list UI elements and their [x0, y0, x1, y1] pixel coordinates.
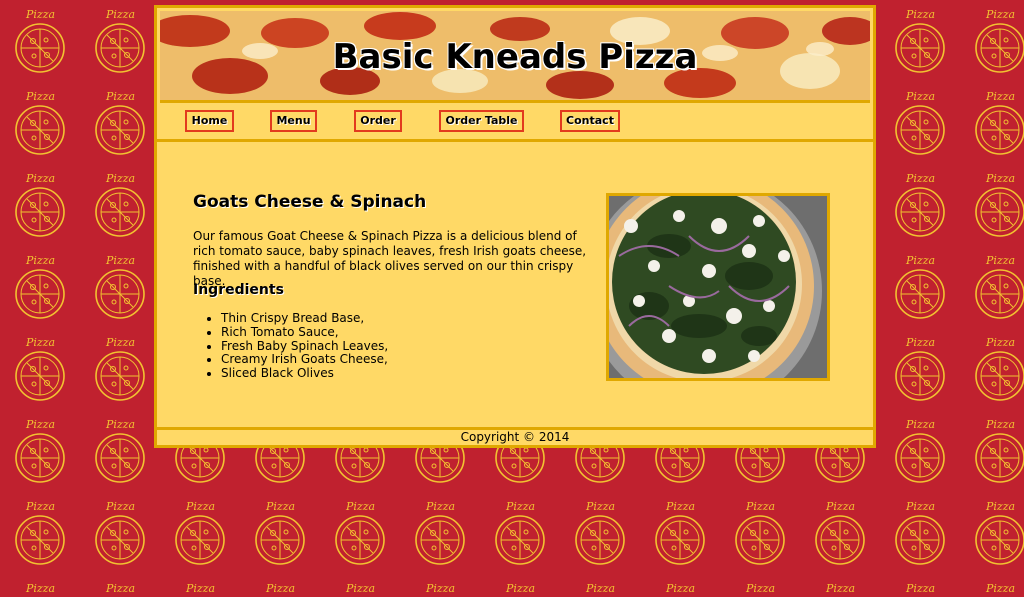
- nav-home-button[interactable]: Home: [185, 110, 234, 132]
- pizza-photo: [606, 193, 830, 381]
- pizza-photo-image: [609, 196, 827, 378]
- pizza-title: Goats Cheese & Spinach: [193, 192, 427, 212]
- ingredients-list: Thin Crispy Bread Base, Rich Tomato Sauc…: [193, 311, 388, 381]
- nav-contact-button[interactable]: Contact: [560, 110, 620, 132]
- nav-order-button[interactable]: Order: [354, 110, 402, 132]
- ingredients-heading: Ingredients: [193, 282, 284, 298]
- pizza-description: Our famous Goat Cheese & Spinach Pizza i…: [193, 229, 587, 288]
- ingredient-item: Creamy Irish Goats Cheese,: [221, 353, 388, 367]
- site-title: Basic Kneads Pizza: [332, 37, 698, 77]
- nav-bar: Home Menu Order Order Table Contact: [157, 103, 873, 142]
- footer-copyright: Copyright © 2014: [460, 430, 570, 444]
- nav-order-table-button[interactable]: Order Table: [439, 110, 524, 132]
- ingredient-item: Sliced Black Olives: [221, 366, 388, 381]
- nav-menu-button[interactable]: Menu: [270, 110, 317, 132]
- header-banner: Basic Kneads Pizza: [160, 11, 870, 103]
- page-container: Basic Kneads Pizza Home Menu Order Order…: [154, 5, 876, 448]
- ingredient-item: Thin Crispy Bread Base,: [221, 311, 388, 326]
- ingredient-item: Rich Tomato Sauce,: [221, 325, 388, 340]
- ingredient-item: Fresh Baby Spinach Leaves,: [221, 339, 388, 354]
- main-content: Goats Cheese & Spinach Our famous Goat C…: [157, 142, 873, 430]
